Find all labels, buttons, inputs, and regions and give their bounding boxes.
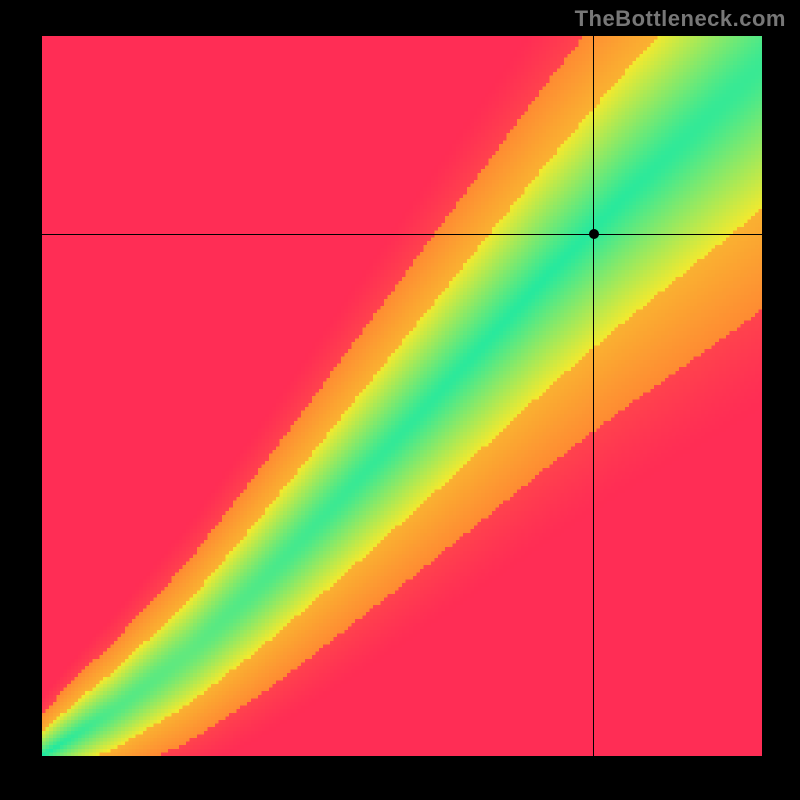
- crosshair-horizontal: [42, 234, 762, 235]
- watermark-text: TheBottleneck.com: [575, 6, 786, 32]
- heatmap-canvas: [42, 36, 762, 756]
- crosshair-dot: [589, 229, 599, 239]
- crosshair-vertical: [593, 36, 594, 756]
- chart-frame: TheBottleneck.com: [0, 0, 800, 800]
